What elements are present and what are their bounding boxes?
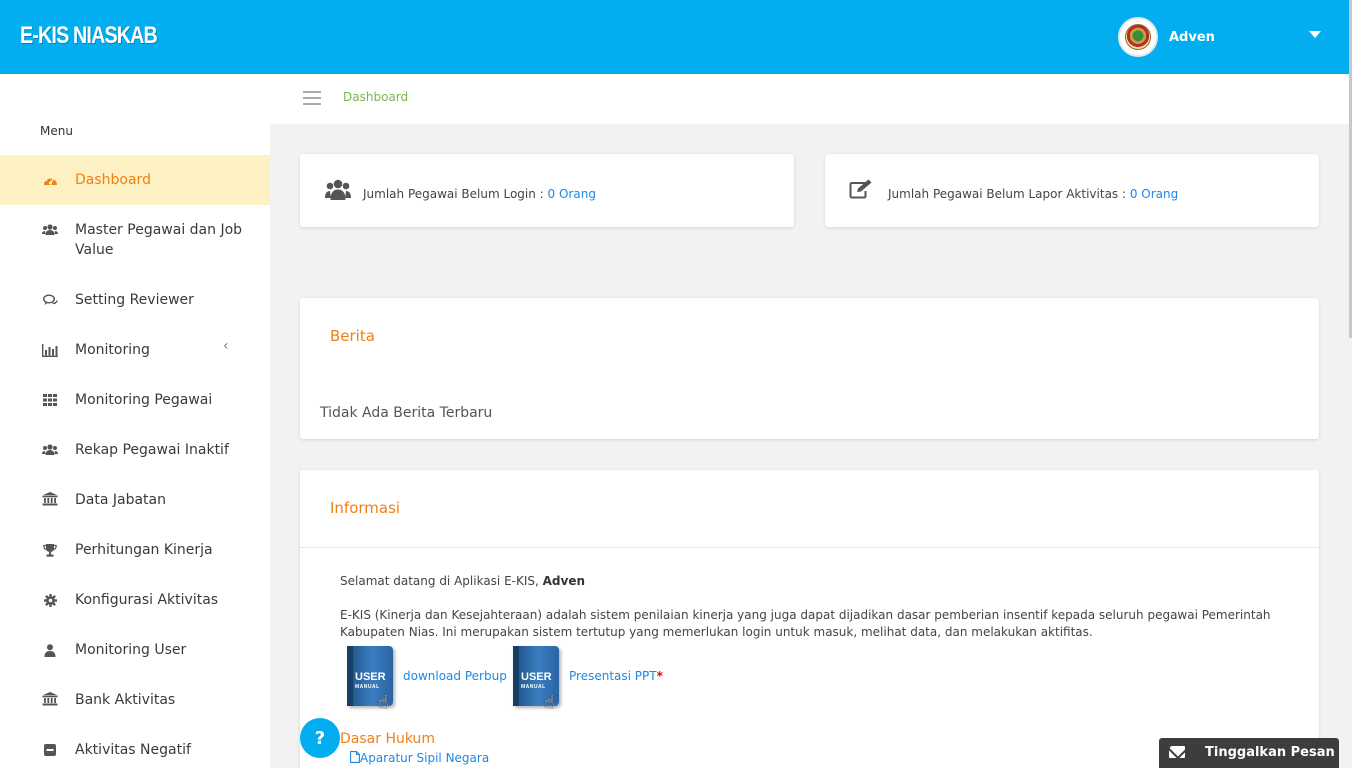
presentasi-ppt-link[interactable]: Presentasi PPT* xyxy=(569,669,663,683)
sidebar-item-label: Setting Reviewer xyxy=(75,292,194,308)
sidebar-item-data-jabatan[interactable]: Data Jabatan xyxy=(0,480,270,530)
dashboard-icon xyxy=(42,172,58,188)
sidebar-item-monitoring-user[interactable]: Monitoring User xyxy=(0,630,270,680)
institution-icon xyxy=(42,691,58,707)
berita-card: Berita Tidak Ada Berita Terbaru xyxy=(300,298,1319,439)
user-menu[interactable]: Adven xyxy=(1118,17,1215,57)
menu-title: Menu xyxy=(40,124,73,138)
stat-lapor-label: Jumlah Pegawai Belum Lapor Aktivitas : xyxy=(888,187,1130,201)
informasi-card: Informasi Selamat datang di Aplikasi E-K… xyxy=(300,470,1319,768)
users-icon xyxy=(325,179,351,205)
hamburger-line xyxy=(303,91,321,93)
book-spine xyxy=(347,646,353,706)
stat-login-label: Jumlah Pegawai Belum Login : xyxy=(363,187,548,201)
hamburger-line xyxy=(303,103,321,105)
hamburger-line xyxy=(303,97,321,99)
trophy-icon xyxy=(42,542,58,558)
user-manual-perbup-icon[interactable]: USER MANUAL ☝ xyxy=(342,646,400,714)
chevron-down-icon[interactable] xyxy=(1309,31,1321,38)
presentasi-label[interactable]: Presentasi PPT xyxy=(569,669,657,683)
bar-chart-icon xyxy=(42,342,58,358)
book-subtitle: MANUAL xyxy=(355,684,380,690)
minus-square-icon xyxy=(42,742,58,758)
sidebar-item-label: Monitoring xyxy=(75,342,150,358)
sidebar-item-monitoring-pegawai[interactable]: Monitoring Pegawai xyxy=(0,380,270,430)
berita-empty-text: Tidak Ada Berita Terbaru xyxy=(320,405,493,421)
description-text: E-KIS (Kinerja dan Kesejahteraan) adalah… xyxy=(340,608,1271,639)
sidebar-item-label: Bank Aktivitas xyxy=(75,692,176,708)
sidebar-toggle-icon[interactable] xyxy=(303,90,321,106)
dasar-hukum-title: Dasar Hukum xyxy=(340,731,436,747)
sidebar-item-rekap-pegawai-inaktif[interactable]: Rekap Pegawai Inaktif xyxy=(0,430,270,480)
pointer-hand-icon: ☝ xyxy=(544,692,555,713)
stat-lapor-value[interactable]: 0 Orang xyxy=(1130,187,1178,201)
user-manual-ppt-icon[interactable]: USER MANUAL ☝ xyxy=(508,646,566,714)
sidebar-item-label: Aktivitas Negatif xyxy=(75,742,191,758)
comments-icon xyxy=(42,292,58,308)
sidebar-item-aktivitas-negatif[interactable]: Aktivitas Negatif xyxy=(0,730,270,768)
top-navbar: E-KIS NIASKAB Adven xyxy=(0,0,1349,74)
gear-icon xyxy=(42,592,58,608)
sidebar-item-label: Dashboard xyxy=(75,172,151,188)
user-icon xyxy=(42,642,58,658)
sidebar-item-label: Monitoring Pegawai xyxy=(75,392,213,408)
breadcrumb: Dashboard xyxy=(270,74,1349,124)
divider xyxy=(300,547,1319,548)
asn-document-link[interactable]: Aparatur Sipil Negara xyxy=(350,751,489,765)
institution-icon xyxy=(42,491,58,507)
edit-icon xyxy=(849,179,874,203)
welcome-prefix: Selamat datang di Aplikasi E-KIS, xyxy=(340,574,543,588)
pointer-hand-icon: ☝ xyxy=(378,692,389,713)
book-label: USER MANUAL xyxy=(355,672,386,692)
leave-message-button[interactable]: Tinggalkan Pesan xyxy=(1159,738,1339,768)
sidebar-item-label: Master Pegawai dan Job Value xyxy=(75,222,243,258)
sidebar-item-monitoring[interactable]: Monitoring ‹ xyxy=(0,330,270,380)
sidebar-item-dashboard[interactable]: Dashboard xyxy=(0,155,270,205)
sidebar-item-master-pegawai[interactable]: Master Pegawai dan Job Value xyxy=(0,205,270,271)
grid-icon xyxy=(42,392,58,408)
informasi-title: Informasi xyxy=(330,499,401,517)
sidebar-item-label: Rekap Pegawai Inaktif xyxy=(75,442,229,458)
chevron-left-icon[interactable]: ‹ xyxy=(223,338,229,354)
sidebar-item-perhitungan-kinerja[interactable]: Perhitungan Kinerja xyxy=(0,530,270,580)
regency-seal-icon xyxy=(1125,24,1151,50)
breadcrumb-current[interactable]: Dashboard xyxy=(343,90,408,104)
sidebar-item-label: Monitoring User xyxy=(75,642,187,658)
welcome-name: Adven xyxy=(542,574,586,588)
file-pdf-icon xyxy=(350,751,360,763)
asn-link-label[interactable]: Aparatur Sipil Negara xyxy=(360,751,489,765)
welcome-text: Selamat datang di Aplikasi E-KIS, Adven xyxy=(340,573,1290,590)
download-perbup-link[interactable]: download Perbup xyxy=(403,669,507,683)
envelope-icon xyxy=(1169,746,1185,758)
app-logo[interactable]: E-KIS NIASKAB xyxy=(20,22,158,50)
sidebar-item-label: Data Jabatan xyxy=(75,492,166,508)
book-subtitle: MANUAL xyxy=(521,684,546,690)
sidebar-item-setting-reviewer[interactable]: Setting Reviewer xyxy=(0,280,270,330)
sidebar-item-label: Konfigurasi Aktivitas xyxy=(75,592,219,608)
stat-card-login: Jumlah Pegawai Belum Login : 0 Orang xyxy=(300,154,794,227)
sidebar: Menu Dashboard Master Pegawai dan Job Va… xyxy=(0,74,270,768)
avatar[interactable] xyxy=(1118,17,1158,57)
user-name[interactable]: Adven xyxy=(1169,30,1215,45)
stat-login-text: Jumlah Pegawai Belum Login : 0 Orang xyxy=(363,187,596,201)
help-button[interactable]: ? xyxy=(300,718,340,758)
berita-title: Berita xyxy=(330,327,375,345)
required-mark: * xyxy=(656,669,663,683)
book-label: USER MANUAL xyxy=(521,672,552,692)
users-icon xyxy=(42,442,58,458)
sidebar-item-konfigurasi-aktivitas[interactable]: Konfigurasi Aktivitas xyxy=(0,580,270,630)
leave-message-label: Tinggalkan Pesan xyxy=(1205,745,1335,760)
sidebar-item-label: Perhitungan Kinerja xyxy=(75,542,213,558)
stat-lapor-text: Jumlah Pegawai Belum Lapor Aktivitas : 0… xyxy=(888,187,1178,201)
book-spine xyxy=(513,646,519,706)
stat-login-value[interactable]: 0 Orang xyxy=(548,187,596,201)
users-icon xyxy=(42,222,58,238)
stat-card-lapor: Jumlah Pegawai Belum Lapor Aktivitas : 0… xyxy=(825,154,1319,227)
sidebar-item-bank-aktivitas[interactable]: Bank Aktivitas xyxy=(0,680,270,730)
